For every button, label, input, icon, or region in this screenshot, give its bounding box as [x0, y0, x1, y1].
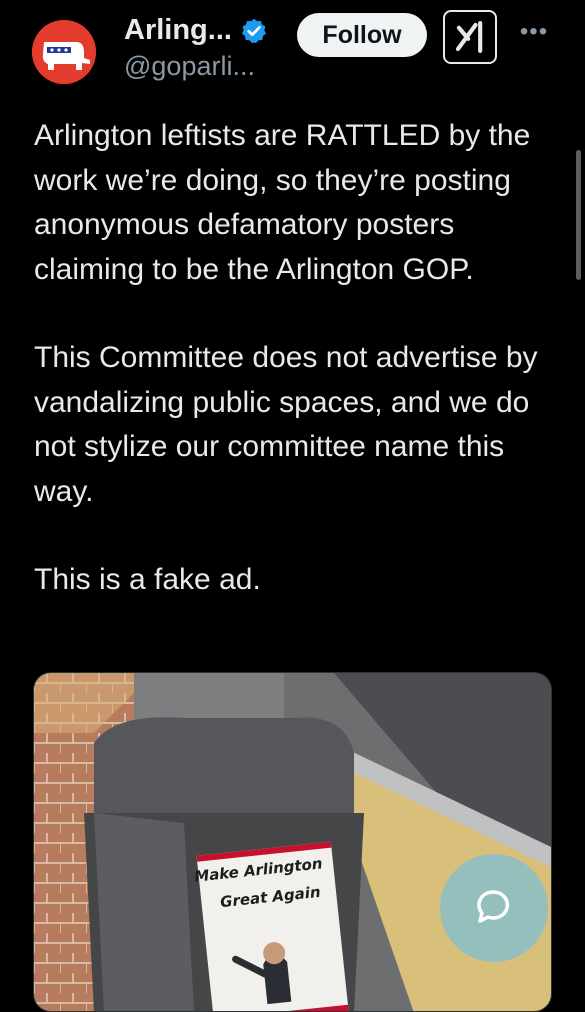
name-row: Arling...	[124, 14, 268, 47]
grok-glyph-icon	[455, 21, 483, 53]
chat-bubble-icon[interactable]	[440, 854, 548, 962]
tweet-paragraph: Arlington leftists are RATTLED by the wo…	[34, 119, 531, 286]
more-options-icon[interactable]: •••	[515, 18, 553, 48]
grok-icon[interactable]	[443, 10, 497, 64]
speech-bubble-glyph-icon	[477, 890, 510, 923]
tweet-header: Arling... @goparli... Follow •••	[0, 0, 585, 100]
scrollbar[interactable]	[576, 150, 581, 280]
display-name[interactable]: Arling...	[124, 14, 232, 47]
avatar[interactable]	[32, 20, 96, 84]
elephant-logo-icon	[32, 20, 96, 84]
tweet-paragraph: This is a fake ad.	[34, 563, 261, 596]
tweet-text: Arlington leftists are RATTLED by the wo…	[34, 114, 554, 647]
tweet-paragraph: This Committee does not advertise by van…	[34, 341, 538, 508]
follow-button[interactable]: Follow	[297, 13, 427, 57]
handle[interactable]: @goparli...	[124, 51, 255, 82]
verified-badge-icon	[241, 18, 266, 43]
